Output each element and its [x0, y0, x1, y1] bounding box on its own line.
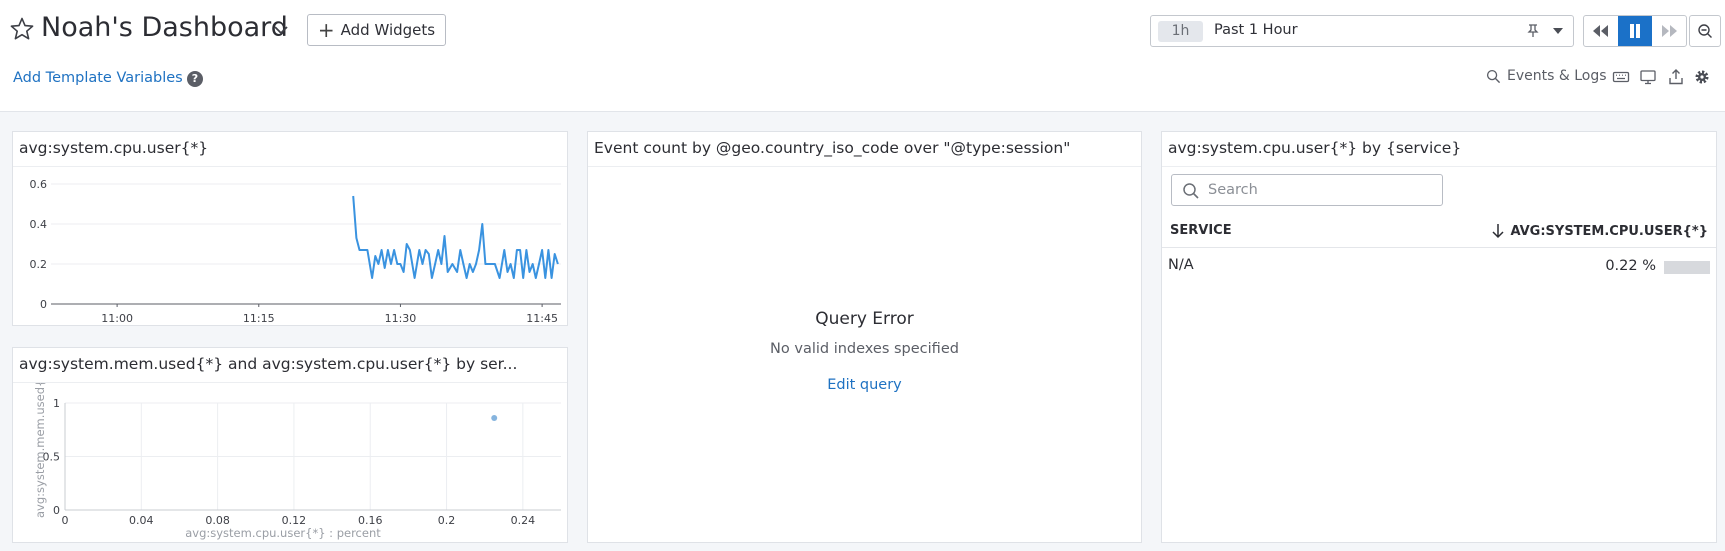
keyboard-icon[interactable]	[1612, 68, 1630, 86]
time-range-chip: 1h	[1158, 21, 1203, 42]
rewind-button[interactable]	[1584, 16, 1618, 46]
y-tick-label: 0.2	[30, 258, 48, 271]
scatterplot-title: avg:system.mem.used{*} and avg:system.cp…	[19, 355, 518, 373]
divider	[588, 166, 1141, 167]
sort-descending-icon	[1492, 224, 1504, 239]
star-icon[interactable]	[9, 16, 35, 42]
zoom-out-button[interactable]	[1689, 15, 1721, 47]
x-tick-label: 11:45	[526, 312, 558, 325]
events-logs-label: Events & Logs	[1507, 68, 1607, 84]
monitor-icon[interactable]	[1639, 68, 1657, 86]
playback-controls	[1583, 15, 1687, 47]
add-widgets-label: Add Widgets	[340, 21, 436, 39]
column-header-value-label: AVG:SYSTEM.CPU.USER{*}	[1510, 223, 1708, 239]
timeseries-widget: avg:system.cpu.user{*} 0.6 0.4 0.2 0 11:00 11…	[12, 131, 568, 326]
dashboard-header: Noah's Dashboard + Add Widgets Add Templ…	[0, 0, 1725, 112]
pause-button[interactable]	[1618, 16, 1652, 46]
query-widget-title: Event count by @geo.country_iso_code ove…	[594, 139, 1071, 157]
toplist-row-bar	[1664, 261, 1710, 274]
rewind-icon	[1593, 25, 1608, 37]
pin-icon[interactable]	[1525, 23, 1541, 39]
toplist-row-service: N/A	[1168, 257, 1194, 273]
time-range-picker[interactable]: 1h Past 1 Hour	[1150, 15, 1574, 47]
y-tick-label: 1	[53, 397, 60, 410]
scatterplot-widget: avg:system.mem.used{*} and avg:system.cp…	[12, 347, 568, 543]
column-header-service[interactable]: SERVICE	[1170, 223, 1232, 238]
toplist-row-value: 0.22 %	[1605, 258, 1656, 274]
x-tick-label: 0	[62, 514, 69, 527]
x-tick-label: 0.2	[438, 514, 456, 527]
scatterplot-chart[interactable]: 10.500 0.04 0.08 0.12 0.16 0.2 0.24avg:system.…	[13, 383, 569, 543]
x-tick-label: 0.04	[129, 514, 154, 527]
divider	[1162, 166, 1716, 167]
add-template-variables-link[interactable]: Add Template Variables	[13, 70, 183, 86]
timeseries-chart[interactable]: 0.6 0.4 0.2 0 11:00 11:15 11:30 11:45	[13, 167, 569, 327]
chevron-down-icon[interactable]	[271, 20, 291, 40]
x-tick-label: 11:15	[243, 312, 275, 325]
page-title: Noah's Dashboard	[41, 12, 288, 43]
caret-down-icon[interactable]	[1550, 23, 1566, 39]
add-widgets-button[interactable]: + Add Widgets	[307, 14, 446, 46]
y-tick-label: 0	[53, 504, 60, 517]
y-tick-label: 0.6	[30, 178, 48, 191]
search-icon	[1183, 183, 1199, 199]
gear-icon[interactable]	[1693, 68, 1711, 86]
search-icon	[1486, 69, 1501, 83]
zoom-out-icon	[1698, 24, 1712, 38]
edit-query-link[interactable]: Edit query	[588, 377, 1141, 393]
toplist-widget: avg:system.cpu.user{*} by {service} Sear…	[1161, 131, 1717, 543]
y-tick-label: 0	[40, 298, 47, 311]
help-icon[interactable]: ?	[187, 71, 203, 87]
column-header-value[interactable]: AVG:SYSTEM.CPU.USER{*}	[1491, 223, 1708, 239]
divider	[1162, 247, 1716, 248]
events-logs-button[interactable]: Events & Logs	[1486, 68, 1607, 84]
y-tick-label: 0.4	[30, 218, 48, 231]
toplist-title: avg:system.cpu.user{*} by {service}	[1168, 139, 1462, 157]
time-range-label: Past 1 Hour	[1214, 22, 1298, 38]
timeseries-title: avg:system.cpu.user{*}	[19, 139, 209, 157]
y-axis-label: avg:system.mem.used{	[33, 383, 47, 518]
x-tick-label: 0.24	[511, 514, 536, 527]
x-axis-label: avg:system.cpu.user{*} : percent	[185, 526, 381, 540]
scatter-point	[491, 414, 498, 421]
search-input[interactable]: Search	[1171, 174, 1443, 206]
query-error-heading: Query Error	[815, 309, 914, 329]
search-placeholder: Search	[1208, 182, 1258, 198]
pause-icon	[1630, 24, 1640, 38]
fast-forward-icon	[1662, 25, 1677, 37]
x-tick-label: 11:30	[385, 312, 417, 325]
share-icon[interactable]	[1667, 68, 1685, 86]
x-tick-label: 11:00	[101, 312, 133, 325]
series-line	[352, 195, 559, 279]
fast-forward-button[interactable]	[1652, 16, 1686, 46]
query-error-message: No valid indexes specified	[770, 341, 959, 357]
plus-icon: +	[317, 18, 335, 42]
query-value-widget: Event count by @geo.country_iso_code ove…	[587, 131, 1142, 543]
